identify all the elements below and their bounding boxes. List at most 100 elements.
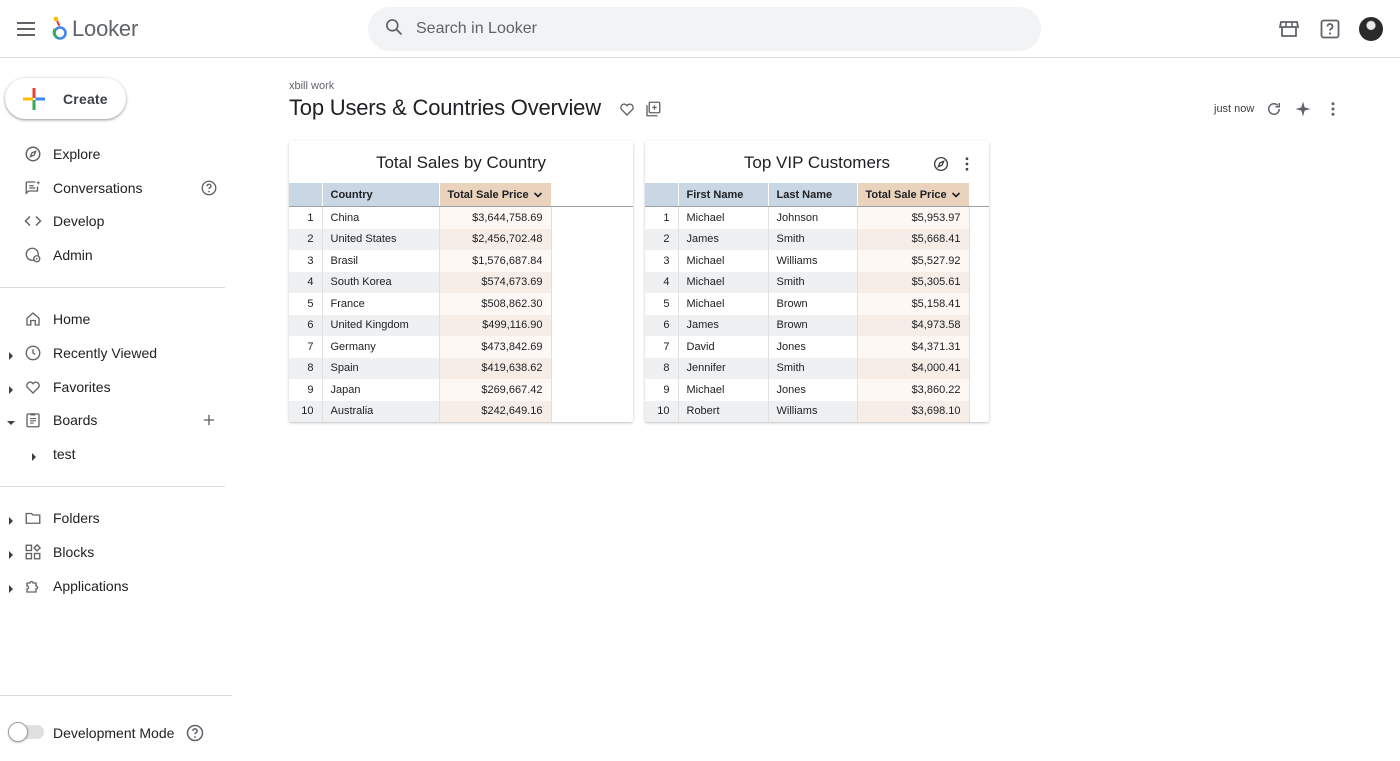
sidebar-item-boards[interactable]: Boards <box>0 405 225 435</box>
table-row[interactable]: 9 Japan $269,667.42 <box>289 379 552 401</box>
total-sale-price-cell[interactable]: $473,842.69 <box>439 336 552 358</box>
table-row[interactable]: 1 Michael Johnson $5,953.97 <box>645 207 970 229</box>
column-header-last-name[interactable]: Last Name <box>768 183 858 207</box>
table-row[interactable]: 3 Brasil $1,576,687.84 <box>289 250 552 272</box>
table-row[interactable]: 6 United Kingdom $499,116.90 <box>289 314 552 336</box>
marketplace-icon[interactable] <box>1277 17 1301 41</box>
table-cell[interactable]: Michael <box>678 250 769 272</box>
refresh-icon[interactable] <box>1265 100 1283 118</box>
table-row[interactable]: 7 David Jones $4,371.31 <box>645 336 970 358</box>
sidebar-item-explore[interactable]: Explore <box>0 139 225 169</box>
total-sale-price-cell[interactable]: $1,576,687.84 <box>439 250 552 272</box>
table-cell[interactable]: Jones <box>768 336 858 358</box>
table-cell[interactable]: France <box>322 293 440 315</box>
table-cell[interactable]: Jones <box>768 379 858 401</box>
table-cell[interactable]: Smith <box>768 228 858 250</box>
table-cell[interactable]: Williams <box>768 250 858 272</box>
table-row[interactable]: 3 Michael Williams $5,527.92 <box>645 250 970 272</box>
table-row[interactable]: 8 Jennifer Smith $4,000.41 <box>645 357 970 379</box>
table-cell[interactable]: Smith <box>768 357 858 379</box>
table-row[interactable]: 2 United States $2,456,702.48 <box>289 228 552 250</box>
table-cell[interactable]: Brown <box>768 314 858 336</box>
total-sale-price-cell[interactable]: $3,644,758.69 <box>439 207 552 229</box>
total-sale-price-cell[interactable]: $5,527.92 <box>857 250 970 272</box>
total-sale-price-cell[interactable]: $508,862.30 <box>439 293 552 315</box>
caret-right-icon[interactable] <box>6 581 16 593</box>
table-cell[interactable]: David <box>678 336 769 358</box>
add-to-board-icon[interactable] <box>644 100 662 118</box>
sparkle-icon[interactable] <box>1294 100 1312 118</box>
create-button[interactable]: Create <box>5 78 126 119</box>
table-row[interactable]: 2 James Smith $5,668.41 <box>645 228 970 250</box>
total-sale-price-cell[interactable]: $499,116.90 <box>439 314 552 336</box>
sidebar-item-folders[interactable]: Folders <box>0 503 225 533</box>
total-sale-price-cell[interactable]: $419,638.62 <box>439 357 552 379</box>
table-cell[interactable]: Jennifer <box>678 357 769 379</box>
table-row[interactable]: 4 Michael Smith $5,305.61 <box>645 271 970 293</box>
user-avatar[interactable] <box>1359 17 1383 41</box>
total-sale-price-cell[interactable]: $269,667.42 <box>439 379 552 401</box>
table-cell[interactable]: James <box>678 228 769 250</box>
total-sale-price-cell[interactable]: $5,953.97 <box>857 207 970 229</box>
total-sale-price-cell[interactable]: $5,158.41 <box>857 293 970 315</box>
chevron-down-icon[interactable] <box>533 190 543 200</box>
table-cell[interactable]: James <box>678 314 769 336</box>
caret-right-icon[interactable] <box>29 449 39 461</box>
table-cell[interactable]: Brown <box>768 293 858 315</box>
table-row[interactable]: 4 South Korea $574,673.69 <box>289 271 552 293</box>
table-cell[interactable]: Johnson <box>768 207 858 229</box>
total-sale-price-cell[interactable]: $4,973.58 <box>857 314 970 336</box>
caret-right-icon[interactable] <box>6 513 16 525</box>
table-cell[interactable]: Williams <box>768 400 858 422</box>
total-sale-price-cell[interactable]: $2,456,702.48 <box>439 228 552 250</box>
table-cell[interactable]: South Korea <box>322 271 440 293</box>
sidebar-item-board-test[interactable]: test <box>0 439 225 469</box>
sidebar-item-home[interactable]: Home <box>0 304 225 334</box>
sidebar-item-conversations[interactable]: Conversations <box>0 173 225 203</box>
sidebar-item-blocks[interactable]: Blocks <box>0 537 225 567</box>
menu-icon[interactable] <box>14 17 38 41</box>
tile-top-vip-customers[interactable]: Top VIP Customers First Name Last Name T… <box>645 141 989 422</box>
table-row[interactable]: 7 Germany $473,842.69 <box>289 336 552 358</box>
help-circle-icon[interactable] <box>185 723 205 743</box>
favorite-heart-icon[interactable] <box>618 100 636 118</box>
tile-total-sales-by-country[interactable]: Total Sales by Country Country Total Sal… <box>289 141 633 422</box>
total-sale-price-cell[interactable]: $574,673.69 <box>439 271 552 293</box>
table-row[interactable]: 8 Spain $419,638.62 <box>289 357 552 379</box>
total-sale-price-cell[interactable]: $5,305.61 <box>857 271 970 293</box>
add-board-icon[interactable] <box>200 411 218 429</box>
column-header-total-sale-price[interactable]: Total Sale Price <box>857 183 970 207</box>
sidebar-item-favorites[interactable]: Favorites <box>0 372 225 402</box>
table-cell[interactable]: Robert <box>678 400 769 422</box>
table-row[interactable]: 10 Robert Williams $3,698.10 <box>645 400 970 422</box>
search-bar[interactable] <box>368 7 1041 51</box>
more-vert-icon[interactable] <box>1324 100 1342 118</box>
table-row[interactable]: 5 Michael Brown $5,158.41 <box>645 293 970 315</box>
column-header-first-name[interactable]: First Name <box>678 183 769 207</box>
table-cell[interactable]: United States <box>322 228 440 250</box>
table-cell[interactable]: Michael <box>678 207 769 229</box>
table-cell[interactable]: Germany <box>322 336 440 358</box>
help-icon[interactable] <box>1318 17 1342 41</box>
table-cell[interactable]: United Kingdom <box>322 314 440 336</box>
table-cell[interactable]: Australia <box>322 400 440 422</box>
development-mode-toggle[interactable] <box>8 722 44 742</box>
caret-right-icon[interactable] <box>6 382 16 394</box>
table-cell[interactable]: Spain <box>322 357 440 379</box>
total-sale-price-cell[interactable]: $4,371.31 <box>857 336 970 358</box>
caret-right-icon[interactable] <box>6 348 16 360</box>
looker-logo[interactable]: Looker <box>52 14 138 44</box>
chevron-down-icon[interactable] <box>951 190 961 200</box>
total-sale-price-cell[interactable]: $3,698.10 <box>857 400 970 422</box>
table-row[interactable]: 6 James Brown $4,973.58 <box>645 314 970 336</box>
caret-down-icon[interactable] <box>6 415 16 425</box>
table-cell[interactable]: Japan <box>322 379 440 401</box>
sidebar-item-applications[interactable]: Applications <box>0 571 225 601</box>
sidebar-item-recently-viewed[interactable]: Recently Viewed <box>0 338 225 368</box>
total-sale-price-cell[interactable]: $4,000.41 <box>857 357 970 379</box>
column-header-country[interactable]: Country <box>322 183 440 207</box>
table-cell[interactable]: Brasil <box>322 250 440 272</box>
table-cell[interactable]: Michael <box>678 379 769 401</box>
table-row[interactable]: 10 Australia $242,649.16 <box>289 400 552 422</box>
breadcrumb[interactable]: xbill work <box>289 80 334 92</box>
